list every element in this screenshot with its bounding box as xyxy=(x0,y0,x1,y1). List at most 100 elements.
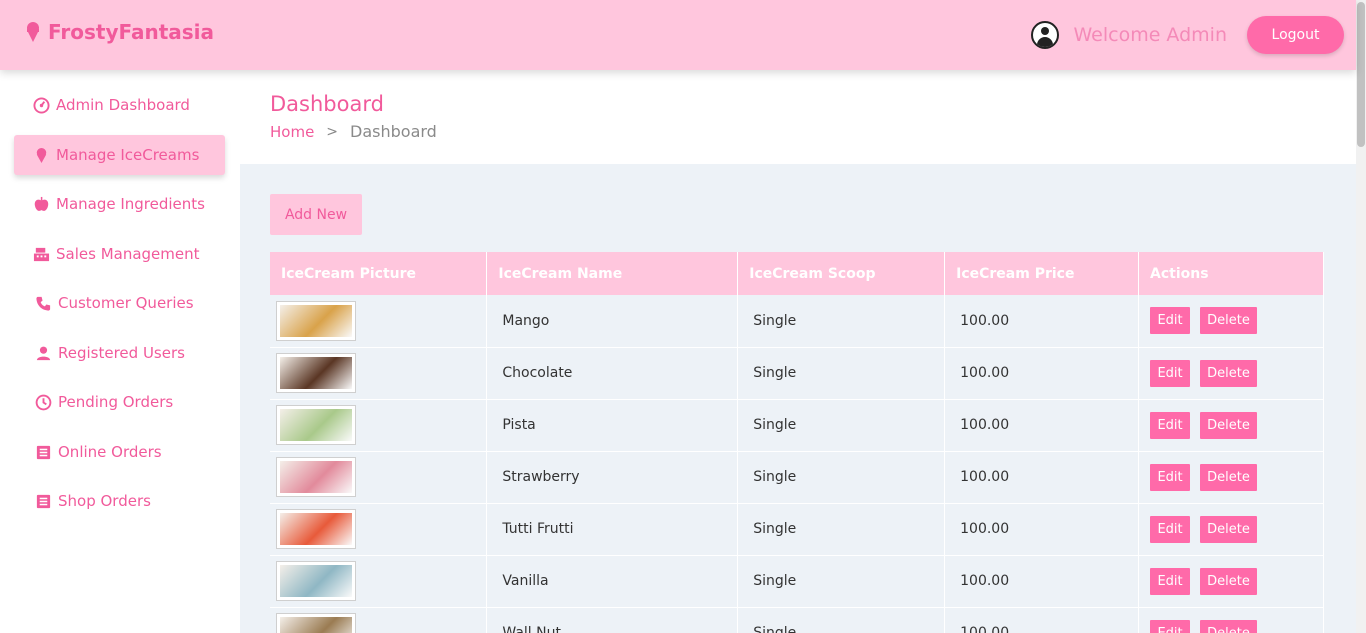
page-header: Dashboard Home > Dashboard xyxy=(240,70,1356,164)
brand-name: FrostyFantasia xyxy=(48,20,215,44)
ice-cream-icon xyxy=(27,22,39,42)
icecream-image xyxy=(280,357,352,389)
icecream-thumbnail xyxy=(276,509,356,549)
sidebar-item-label: Manage Ingredients xyxy=(56,195,205,213)
breadcrumb-current: Dashboard xyxy=(350,122,437,141)
brand-logo[interactable]: FrostyFantasia xyxy=(24,20,214,44)
column-header: IceCream Picture xyxy=(270,252,488,295)
column-header: IceCream Price xyxy=(944,252,1140,295)
icecream-image xyxy=(280,304,352,337)
icecream-thumbnail xyxy=(276,561,356,601)
breadcrumb-home-link[interactable]: Home xyxy=(270,123,314,141)
sidebar-item-label: Pending Orders xyxy=(58,393,174,411)
edit-button[interactable]: Edit xyxy=(1150,619,1191,633)
top-header: FrostyFantasia Welcome Admin Logout xyxy=(0,0,1356,70)
delete-button[interactable]: Delete xyxy=(1200,359,1258,387)
sidebar-item-label: Admin Dashboard xyxy=(56,96,190,114)
table-body: Mango Single 100.00 Edit Delete Chocolate Sing… xyxy=(270,295,1324,633)
price-cell: 100.00 xyxy=(944,607,1140,633)
edit-button[interactable]: Edit xyxy=(1150,359,1191,387)
icecream-image xyxy=(280,461,352,493)
delete-button[interactable]: Delete xyxy=(1200,463,1258,491)
scoop-cell: Single xyxy=(737,555,946,608)
edit-button[interactable]: Edit xyxy=(1150,411,1191,439)
actions-cell: Edit Delete xyxy=(1138,347,1324,400)
edit-button[interactable]: Edit xyxy=(1150,515,1191,543)
actions-cell: Edit Delete xyxy=(1138,399,1324,452)
price-cell: 100.00 xyxy=(944,503,1140,556)
delete-button[interactable]: Delete xyxy=(1200,307,1258,335)
user-avatar-icon[interactable] xyxy=(1031,21,1060,49)
picture-cell xyxy=(270,503,488,556)
actions-cell: Edit Delete xyxy=(1138,295,1324,348)
scoop-cell: Single xyxy=(737,399,946,452)
sidebar-item-admin-dashboard[interactable]: Admin Dashboard xyxy=(14,85,225,125)
user-icon xyxy=(34,344,52,362)
icecream-thumbnail xyxy=(276,300,356,341)
sidebar-item-shop-orders[interactable]: Shop Orders xyxy=(14,481,225,521)
edit-button[interactable]: Edit xyxy=(1150,567,1191,595)
picture-cell xyxy=(270,451,488,504)
delete-button[interactable]: Delete xyxy=(1200,515,1258,543)
sidebar-item-online-orders[interactable]: Online Orders xyxy=(14,432,225,472)
picture-cell xyxy=(270,295,488,348)
add-new-button[interactable]: Add New xyxy=(270,194,362,235)
actions-cell: Edit Delete xyxy=(1138,607,1324,633)
name-cell: Mango xyxy=(486,295,739,348)
delete-button[interactable]: Delete xyxy=(1200,567,1258,595)
scoop-cell: Single xyxy=(737,607,946,633)
table-row: Tutti Frutti Single 100.00 Edit Delete xyxy=(270,503,1324,556)
price-cell: 100.00 xyxy=(944,399,1140,452)
sidebar-item-label: Shop Orders xyxy=(58,492,151,510)
name-cell: Chocolate xyxy=(486,347,739,400)
picture-cell xyxy=(270,555,488,608)
edit-button[interactable]: Edit xyxy=(1150,463,1191,491)
table-row: Mango Single 100.00 Edit Delete xyxy=(270,295,1324,348)
name-cell: Tutti Frutti xyxy=(486,503,739,556)
scrollbar-thumb[interactable] xyxy=(1357,2,1365,147)
table-row: Strawberry Single 100.00 Edit Delete xyxy=(270,451,1324,504)
delete-button[interactable]: Delete xyxy=(1200,619,1258,633)
icecream-thumbnail xyxy=(276,613,356,633)
scoop-cell: Single xyxy=(737,503,946,556)
cash-register-icon xyxy=(32,245,50,263)
price-cell: 100.00 xyxy=(944,295,1140,348)
picture-cell xyxy=(270,607,488,633)
delete-button[interactable]: Delete xyxy=(1200,411,1258,439)
sidebar-item-registered-users[interactable]: Registered Users xyxy=(14,333,225,373)
column-header: Actions xyxy=(1138,252,1324,295)
welcome-text: Welcome Admin xyxy=(1073,24,1227,46)
ice-cream-icon xyxy=(32,146,50,164)
sidebar-item-label: Sales Management xyxy=(56,245,200,263)
price-cell: 100.00 xyxy=(944,347,1140,400)
scoop-cell: Single xyxy=(737,347,946,400)
icecream-image xyxy=(280,409,352,441)
scoop-cell: Single xyxy=(737,451,946,504)
sidebar-item-pending-orders[interactable]: Pending Orders xyxy=(14,382,225,422)
scoop-cell: Single xyxy=(737,295,946,348)
gauge-icon xyxy=(32,96,50,114)
table-header-row: IceCream Picture IceCream Name IceCream … xyxy=(270,252,1324,295)
phone-icon xyxy=(34,294,52,312)
page-scrollbar[interactable] xyxy=(1356,0,1366,633)
table-row: Pista Single 100.00 Edit Delete xyxy=(270,399,1324,452)
sidebar-item-label: Registered Users xyxy=(58,344,185,362)
sidebar: Admin Dashboard Manage IceCreams Manage … xyxy=(0,70,240,633)
sidebar-item-manage-icecreams[interactable]: Manage IceCreams xyxy=(14,135,225,175)
name-cell: Wall Nut xyxy=(486,607,739,633)
page-title: Dashboard xyxy=(270,92,384,116)
icecream-image xyxy=(280,513,352,545)
sidebar-item-label: Online Orders xyxy=(58,443,162,461)
sidebar-item-customer-queries[interactable]: Customer Queries xyxy=(14,283,225,323)
sidebar-item-manage-ingredients[interactable]: Manage Ingredients xyxy=(14,184,225,224)
apple-icon xyxy=(32,195,50,213)
sidebar-item-label: Manage IceCreams xyxy=(56,146,200,164)
sidebar-item-sales-management[interactable]: Sales Management xyxy=(14,234,225,274)
edit-button[interactable]: Edit xyxy=(1150,307,1191,335)
logout-button[interactable]: Logout xyxy=(1247,16,1344,54)
chevron-right-icon: > xyxy=(326,123,339,140)
icecream-image xyxy=(280,617,352,633)
actions-cell: Edit Delete xyxy=(1138,555,1324,608)
name-cell: Vanilla xyxy=(486,555,739,608)
name-cell: Strawberry xyxy=(486,451,739,504)
